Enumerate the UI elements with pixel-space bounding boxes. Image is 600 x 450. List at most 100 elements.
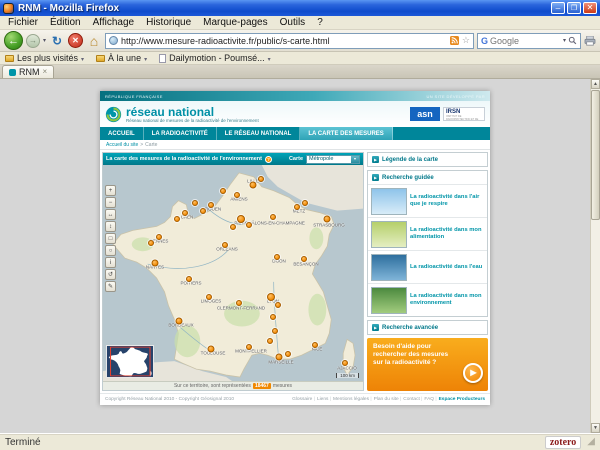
measure-marker[interactable] [148, 240, 154, 246]
footer-link[interactable]: Espace Producteurs [439, 397, 485, 402]
measure-marker[interactable] [301, 256, 307, 262]
measure-marker[interactable] [182, 210, 188, 216]
forward-button[interactable] [26, 34, 40, 48]
measure-marker[interactable] [246, 344, 252, 350]
site-nav-tab[interactable]: LE RÉSEAU NATIONAL [217, 127, 301, 140]
measure-marker[interactable] [246, 222, 252, 228]
measure-marker[interactable] [267, 338, 273, 344]
measure-marker[interactable] [270, 314, 276, 320]
measure-marker[interactable] [236, 300, 242, 306]
history-dropdown-icon[interactable] [43, 37, 46, 44]
advanced-search-box[interactable]: Recherche avancée [367, 320, 488, 335]
measure-marker[interactable] [274, 254, 280, 260]
measure-marker[interactable] [206, 294, 212, 300]
bookmark-star-icon[interactable] [462, 36, 470, 45]
measure-marker[interactable] [237, 215, 245, 223]
vertical-scrollbar[interactable] [590, 79, 600, 433]
measure-marker[interactable] [156, 234, 162, 240]
guided-search-item[interactable]: La radioactivité dans mon environnement [368, 283, 487, 316]
measure-marker[interactable] [176, 318, 183, 325]
measure-marker[interactable] [312, 342, 318, 348]
measure-marker[interactable] [324, 216, 331, 223]
reload-button[interactable] [49, 33, 65, 49]
footer-link[interactable]: Contact [403, 397, 422, 402]
measure-marker[interactable] [272, 328, 278, 334]
measure-marker[interactable] [276, 354, 283, 361]
scrollbar-thumb[interactable] [591, 90, 600, 220]
irsn-logo[interactable]: IRSN INSTITUT DE RADIOPROTECTION ET DE S… [443, 107, 485, 121]
back-button[interactable] [4, 31, 23, 50]
menu-item[interactable]: Affichage [87, 16, 141, 29]
menu-item[interactable]: Édition [44, 16, 87, 29]
menu-item[interactable]: Outils [274, 16, 312, 29]
measure-marker[interactable] [200, 208, 206, 214]
site-nav-tab[interactable]: LA CARTE DES MESURES [300, 127, 392, 140]
map-tool-button[interactable]: □ [105, 233, 116, 244]
measure-marker[interactable] [222, 242, 228, 248]
site-nav-tab[interactable]: LA RADIOACTIVITÉ [144, 127, 217, 140]
measure-marker[interactable] [174, 216, 180, 222]
search-magnifier-icon[interactable] [568, 36, 577, 45]
menu-item[interactable]: Marque-pages [197, 16, 273, 29]
breadcrumb-home-link[interactable]: Accueil du site [106, 142, 138, 148]
resize-grip[interactable] [587, 437, 595, 447]
map-tool-button[interactable]: ↔ [105, 209, 116, 220]
map-tool-button[interactable]: ○ [105, 245, 116, 256]
site-nav-tab[interactable]: ACCUEIL [100, 127, 144, 140]
measure-marker[interactable] [258, 176, 264, 182]
print-icon[interactable] [584, 36, 596, 46]
measure-marker[interactable] [250, 182, 257, 189]
menu-item[interactable]: ? [311, 16, 329, 29]
measure-marker[interactable] [152, 260, 159, 267]
url-bar[interactable] [105, 33, 474, 49]
map-canvas[interactable]: +−↔↕□○i↺✎ LILLEAMIENSROUENCAENPARISCHÂLO… [103, 165, 363, 381]
overview-minimap[interactable] [106, 345, 154, 378]
guided-search-item[interactable]: La radioactivité dans mon alimentation [368, 217, 487, 250]
search-box[interactable]: G [477, 33, 581, 49]
measure-marker[interactable] [302, 200, 308, 206]
legend-box[interactable]: Légende de la carte [367, 152, 488, 167]
measure-marker[interactable] [275, 302, 281, 308]
measure-marker[interactable] [270, 214, 276, 220]
measure-marker[interactable] [342, 360, 348, 366]
minimize-button[interactable] [551, 2, 565, 14]
asn-logo[interactable]: asn [410, 107, 440, 121]
tab-close-icon[interactable] [43, 68, 48, 76]
scroll-down-icon[interactable] [591, 423, 600, 433]
map-tool-button[interactable]: − [105, 197, 116, 208]
measure-marker[interactable] [230, 224, 236, 230]
url-input[interactable] [121, 36, 447, 46]
footer-link[interactable]: Mentions légales [333, 397, 372, 402]
measure-marker[interactable] [234, 192, 240, 198]
home-button[interactable] [86, 33, 102, 49]
map-tool-button[interactable]: ↕ [105, 221, 116, 232]
scroll-up-icon[interactable] [591, 79, 600, 89]
maximize-button[interactable] [567, 2, 581, 14]
guided-search-header[interactable]: Recherche guidée [368, 171, 487, 184]
stop-button[interactable] [68, 33, 83, 48]
map-tool-button[interactable]: i [105, 257, 116, 268]
measure-marker[interactable] [208, 202, 214, 208]
measure-marker[interactable] [186, 276, 192, 282]
bookmark-item[interactable]: Les plus visités [5, 53, 84, 63]
footer-link[interactable]: Liens [317, 397, 331, 402]
guided-search-item[interactable]: La radioactivité dans l'air que je respi… [368, 184, 487, 217]
measure-marker[interactable] [285, 351, 291, 357]
guided-search-item[interactable]: La radioactivité dans l'eau [368, 250, 487, 283]
map-tool-button[interactable]: ↺ [105, 269, 116, 280]
tab-rnm[interactable]: RNM [2, 65, 54, 78]
footer-link[interactable]: Glossaire [292, 397, 315, 402]
map-tool-button[interactable]: ✎ [105, 281, 116, 292]
bookmark-item[interactable]: À la une [96, 53, 147, 63]
footer-link[interactable]: Plan du site [374, 397, 402, 402]
rss-icon[interactable] [450, 36, 459, 45]
map-tool-button[interactable]: + [105, 185, 116, 196]
measure-marker[interactable] [294, 204, 300, 210]
map-help-icon[interactable]: ? [265, 156, 272, 163]
measure-marker[interactable] [220, 188, 226, 194]
measure-marker[interactable] [267, 293, 275, 301]
measure-marker[interactable] [192, 200, 198, 206]
search-input[interactable] [490, 36, 561, 46]
menu-item[interactable]: Historique [140, 16, 197, 29]
measure-marker[interactable] [208, 346, 215, 353]
